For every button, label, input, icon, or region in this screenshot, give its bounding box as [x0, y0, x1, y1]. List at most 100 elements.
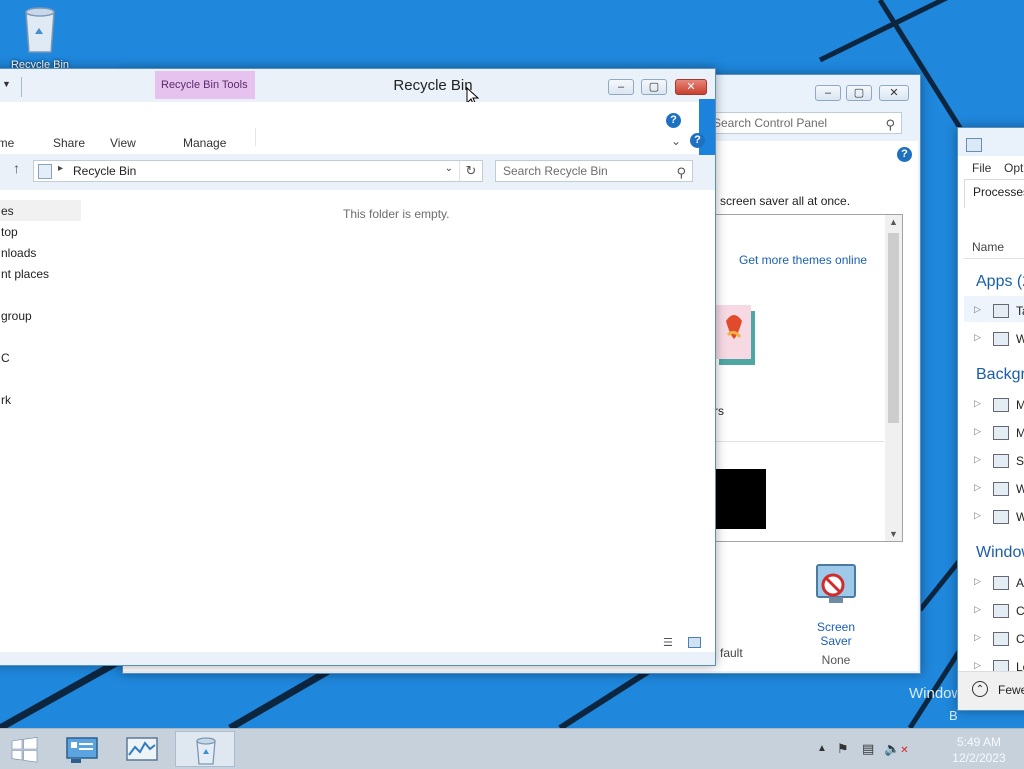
- nav-item[interactable]: es: [1, 204, 14, 218]
- nav-item[interactable]: nloads: [1, 246, 36, 260]
- start-button[interactable]: [0, 731, 50, 767]
- recycle-bin-small-icon: [38, 164, 52, 179]
- ribbon-expand-chevron-icon[interactable]: ⌄: [671, 134, 681, 148]
- expand-chevron-icon[interactable]: ▷: [974, 304, 981, 315]
- theme-list[interactable]: Get more themes online rs ▲ ▼: [713, 214, 903, 542]
- refresh-icon[interactable]: ↻: [459, 161, 482, 181]
- get-more-themes-link[interactable]: Get more themes online: [739, 253, 867, 267]
- expand-chevron-icon[interactable]: ▷: [974, 576, 981, 587]
- up-arrow-icon[interactable]: ↑: [13, 160, 20, 176]
- expand-chevron-icon[interactable]: ▷: [974, 660, 981, 671]
- tm-process-row[interactable]: ▷ Ta: [974, 304, 1024, 320]
- address-dropdown-icon[interactable]: ⌄: [445, 163, 453, 174]
- theme-thumbnail[interactable]: [714, 301, 764, 371]
- nav-item[interactable]: nt places: [1, 267, 49, 281]
- tm-menu-options[interactable]: Opt: [1004, 161, 1023, 175]
- minimize-button[interactable]: –: [608, 79, 634, 95]
- screen-saver-setting[interactable]: Screen Saver None: [801, 561, 871, 667]
- scrollbar-thumb[interactable]: [888, 233, 899, 423]
- nav-item[interactable]: rk: [1, 393, 11, 407]
- tm-process-row[interactable]: ▷M: [974, 398, 1024, 414]
- task-manager-icon: [966, 138, 982, 152]
- tm-fewer-details[interactable]: Fewe: [998, 683, 1024, 697]
- expand-chevron-icon[interactable]: ▷: [974, 510, 981, 521]
- expand-chevron-icon[interactable]: ▷: [974, 454, 981, 465]
- chevron-up-icon[interactable]: ⌃: [972, 681, 988, 697]
- cp-close-button[interactable]: ✕: [879, 85, 909, 101]
- process-icon: [993, 482, 1009, 496]
- ribbon-tab-home[interactable]: ome: [0, 136, 14, 150]
- process-icon: [993, 510, 1009, 524]
- tm-process-row[interactable]: ▷W: [974, 510, 1024, 526]
- tm-group-apps: Apps (2: [976, 273, 1024, 290]
- volume-muted-icon[interactable]: 🔈✕: [884, 741, 909, 757]
- desktop-recycle-bin[interactable]: Recycle Bin: [8, 4, 72, 71]
- theme-thumbnail-black[interactable]: [714, 469, 766, 529]
- address-bar[interactable]: ▸ Recycle Bin ⌄ ↻: [33, 160, 483, 182]
- ribbon-separator: [255, 128, 256, 146]
- cp-minimize-button[interactable]: –: [815, 85, 841, 101]
- expand-chevron-icon[interactable]: ▷: [974, 398, 981, 409]
- nav-item[interactable]: top: [1, 225, 18, 239]
- tm-process-name: M: [1016, 398, 1024, 412]
- expand-chevron-icon[interactable]: ▷: [974, 482, 981, 493]
- tm-menu-file[interactable]: File: [972, 161, 991, 175]
- tm-process-row[interactable]: ▷M: [974, 426, 1024, 442]
- taskbar-recycle-bin[interactable]: [175, 731, 235, 767]
- nav-item[interactable]: group: [1, 309, 32, 323]
- network-icon[interactable]: ▤: [862, 741, 874, 757]
- tm-process-row[interactable]: ▷ A: [974, 576, 1024, 592]
- ribbon-tab-view[interactable]: View: [110, 136, 136, 150]
- tm-tab-processes[interactable]: Processes: [964, 179, 1024, 208]
- search-recycle-bin-input[interactable]: Search Recycle Bin ⚲: [495, 160, 693, 182]
- large-icons-view-icon[interactable]: [688, 637, 701, 648]
- process-icon: [993, 632, 1009, 646]
- taskbar-server-manager[interactable]: [55, 731, 111, 767]
- tm-process-row[interactable]: ▷W: [974, 332, 1024, 348]
- taskbar-performance-monitor[interactable]: [115, 731, 171, 767]
- tm-process-name: Sp: [1016, 454, 1024, 468]
- ribbon-help-icon[interactable]: ?: [666, 113, 681, 128]
- system-clock[interactable]: 5:49 AM 12/2/2023: [944, 734, 1014, 766]
- tm-content: File Opt Processes Name Apps (2 ▷Ta▷W Ba…: [958, 156, 1024, 709]
- expand-chevron-icon[interactable]: ▷: [974, 426, 981, 437]
- tm-process-name: W: [1016, 482, 1024, 496]
- tm-process-row[interactable]: ▷ Sp: [974, 454, 1024, 470]
- expand-chevron-icon[interactable]: ▷: [974, 332, 981, 343]
- expand-chevron-icon[interactable]: ▷: [974, 604, 981, 615]
- cp-maximize-button[interactable]: ▢: [846, 85, 872, 101]
- close-button[interactable]: ✕: [675, 79, 707, 95]
- search-icon: ⚲: [885, 117, 895, 132]
- breadcrumb-chevron-icon[interactable]: ▸: [58, 163, 63, 174]
- show-hidden-icons-chevron-icon[interactable]: ▲: [817, 743, 827, 754]
- cp-description: screen saver all at once.: [720, 194, 851, 208]
- action-center-flag-icon[interactable]: ⚑: [837, 741, 849, 757]
- scroll-up-icon[interactable]: ▲: [889, 217, 898, 227]
- help-icon[interactable]: ?: [897, 147, 912, 162]
- tm-tab-processes-label: Processes: [973, 185, 1024, 199]
- nav-item[interactable]: C: [1, 351, 10, 365]
- help-icon-secondary[interactable]: ?: [690, 133, 705, 148]
- process-icon: [993, 454, 1009, 468]
- tm-group-windows: Window: [976, 544, 1024, 561]
- tm-process-row[interactable]: ▷W: [974, 482, 1024, 498]
- address-path[interactable]: Recycle Bin: [73, 164, 136, 178]
- details-view-icon[interactable]: ☰: [663, 636, 673, 649]
- cp-search-input[interactable]: Search Control Panel ⚲: [705, 112, 902, 134]
- scroll-down-icon[interactable]: ▼: [889, 529, 898, 539]
- expand-chevron-icon[interactable]: ▷: [974, 632, 981, 643]
- tm-process-row[interactable]: ▷ C: [974, 604, 1024, 620]
- explorer-content: es top nloads nt places group Crk This folder…: [0, 190, 715, 652]
- ribbon: ome Share View Manage ? ⌄: [0, 102, 699, 154]
- ribbon-tab-share[interactable]: Share: [53, 136, 85, 150]
- maximize-button[interactable]: ▢: [641, 79, 667, 95]
- screen-saver-link[interactable]: Screen Saver: [801, 620, 871, 648]
- ribbon-tab-manage[interactable]: Manage: [183, 136, 226, 150]
- process-icon: [993, 332, 1009, 346]
- tm-process-row[interactable]: ▷ C: [974, 632, 1024, 648]
- theme-list-scrollbar[interactable]: ▲ ▼: [885, 215, 902, 541]
- explorer-window: ▼ Recycle Bin Tools Recycle Bin – ▢ ✕ om…: [0, 68, 716, 666]
- server-manager-icon: [66, 737, 98, 763]
- tm-column-name[interactable]: Name: [972, 240, 1004, 254]
- tm-process-name: W: [1016, 510, 1024, 524]
